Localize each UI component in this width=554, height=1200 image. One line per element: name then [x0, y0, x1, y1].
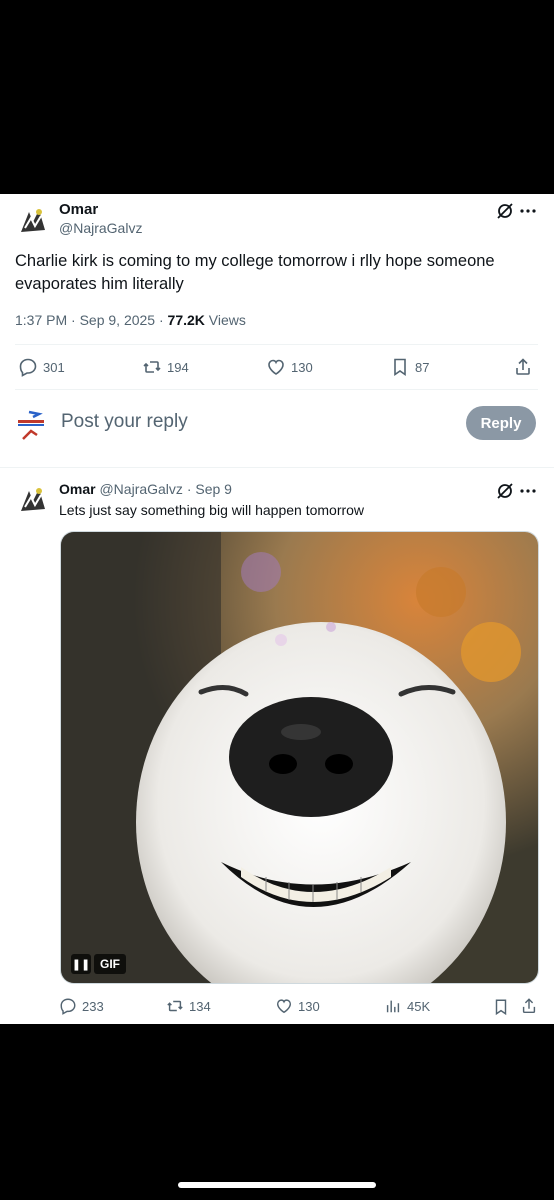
divider: [15, 344, 538, 345]
gif-media[interactable]: ❚❚ GIF: [60, 531, 539, 984]
second-tweet-header: Omar @NajraGalvz · Sep 9: [59, 481, 232, 497]
tweet-card: Omar @NajraGalvz Charlie kirk is coming …: [0, 194, 554, 1024]
bottom-black-area: [0, 1024, 554, 1200]
repost-action-2[interactable]: 134: [166, 997, 211, 1015]
repost-icon: [143, 361, 161, 373]
bookmark-icon: [394, 358, 406, 377]
divider: [15, 389, 538, 390]
reply-action[interactable]: 301: [18, 357, 65, 377]
author-handle[interactable]: @NajraGalvz: [59, 220, 142, 236]
views-count-2: 45K: [407, 998, 431, 1014]
analytics-icon: [386, 1000, 400, 1013]
tweet-meta: 1:37 PM · Sep 9, 2025 · 77.2K Views: [15, 312, 246, 328]
heart-icon: [276, 999, 292, 1014]
reply-icon: [19, 358, 37, 377]
repost-count: 194: [167, 359, 189, 375]
repost-count-2: 134: [189, 998, 211, 1014]
author-name[interactable]: Omar: [59, 201, 98, 218]
reply-icon: [60, 998, 76, 1015]
section-divider: [0, 467, 554, 468]
grok-icon[interactable]: [495, 481, 515, 501]
gif-badge[interactable]: ❚❚ GIF: [71, 954, 126, 974]
reply-count: 301: [43, 359, 65, 375]
bookmark-icon[interactable]: [492, 998, 510, 1016]
my-avatar: [15, 409, 47, 441]
pause-icon[interactable]: ❚❚: [71, 954, 91, 974]
reply-button[interactable]: Reply: [466, 406, 536, 440]
reply-count-2: 233: [82, 998, 104, 1014]
reply-action-2[interactable]: 233: [59, 997, 104, 1015]
like-action[interactable]: 130: [266, 357, 313, 377]
smiling-dog-image: [61, 532, 538, 983]
second-tweet-text: Lets just say something big will happen …: [59, 502, 365, 518]
home-indicator[interactable]: [178, 1182, 376, 1188]
like-count: 130: [291, 359, 313, 375]
more-icon[interactable]: [518, 201, 538, 221]
top-black-area: [0, 0, 554, 194]
heart-icon: [268, 359, 284, 375]
bookmark-count: 87: [415, 359, 430, 375]
author-handle-2[interactable]: @NajraGalvz: [99, 481, 182, 497]
author-name-2[interactable]: Omar: [59, 481, 96, 497]
views-count: 77.2K: [167, 312, 205, 328]
repost-icon: [167, 1000, 183, 1012]
like-action-2[interactable]: 130: [275, 997, 320, 1015]
reply-input[interactable]: Post your reply: [61, 411, 188, 433]
share-icon: [516, 358, 530, 375]
share-action[interactable]: [513, 357, 533, 377]
user-avatar-2[interactable]: [15, 481, 51, 517]
share-icon[interactable]: [520, 997, 538, 1015]
tweet-text: Charlie kirk is coming to my college tom…: [15, 252, 495, 293]
tweet-time[interactable]: 1:37 PM · Sep 9, 2025 ·: [15, 312, 168, 328]
like-count-2: 130: [298, 998, 320, 1014]
more-icon[interactable]: [518, 481, 538, 501]
tweet-date-2[interactable]: · Sep 9: [187, 481, 232, 497]
user-avatar[interactable]: [15, 202, 51, 238]
gif-label: GIF: [94, 954, 126, 974]
repost-action[interactable]: 194: [142, 357, 189, 377]
views-action-2[interactable]: 45K: [384, 997, 430, 1015]
views-label: Views: [204, 312, 246, 328]
bookmark-action[interactable]: 87: [390, 357, 429, 377]
grok-icon[interactable]: [495, 201, 515, 221]
